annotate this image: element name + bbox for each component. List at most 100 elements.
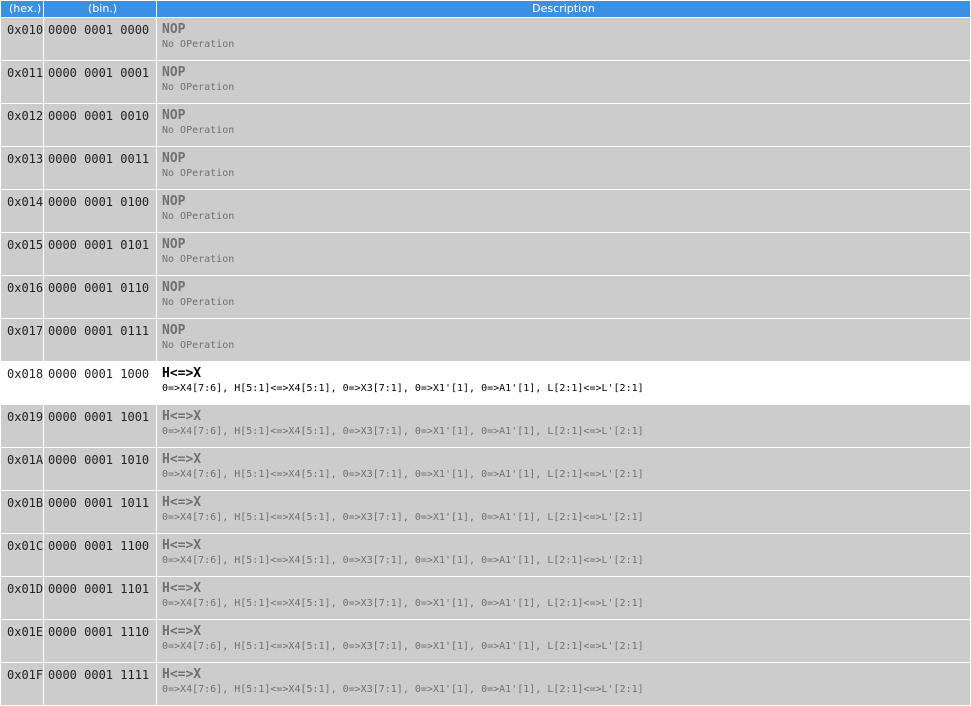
table-row[interactable]: 0x015 0000 0001 0101 NOP No OPeration	[1, 233, 970, 275]
opcode-bin: 0000 0001 1101	[44, 577, 156, 619]
opcode-detail: 0=>X4[7:6], H[5:1]<=>X4[5:1], 0=>X3[7:1]…	[162, 555, 644, 566]
opcode-mnemonic: H<=>X	[162, 624, 202, 639]
opcode-description: NOP No OPeration	[157, 276, 970, 318]
opcode-table: (hex.) (bin.) Description 0x010 0000 0001…	[0, 0, 971, 706]
table-row[interactable]: 0x012 0000 0001 0010 NOP No OPeration	[1, 104, 970, 146]
opcode-description: NOP No OPeration	[157, 233, 970, 275]
opcode-detail: No OPeration	[162, 39, 235, 50]
opcode-detail: 0=>X4[7:6], H[5:1]<=>X4[5:1], 0=>X3[7:1]…	[162, 512, 644, 523]
opcode-hex: 0x014	[1, 190, 43, 232]
table-row[interactable]: 0x010 0000 0001 0000 NOP No OPeration	[1, 18, 970, 60]
table-row[interactable]: 0x01A 0000 0001 1010 H<=>X 0=>X4[7:6], H[5:…	[1, 448, 970, 490]
table-row[interactable]: 0x01E 0000 0001 1110 H<=>X 0=>X4[7:6], H[5:…	[1, 620, 970, 662]
table-row[interactable]: 0x01F 0000 0001 1111 H<=>X 0=>X4[7:6], H[5:…	[1, 663, 970, 705]
opcode-description: NOP No OPeration	[157, 104, 970, 146]
header-bin: (bin.)	[44, 1, 156, 17]
header-description: Description	[157, 1, 970, 17]
opcode-bin: 0000 0001 1001	[44, 405, 156, 447]
opcode-hex: 0x019	[1, 405, 43, 447]
table-row[interactable]: 0x018 0000 0001 1000 H<=>X 0=>X4[7:6], H[5:…	[1, 362, 970, 404]
opcode-description: NOP No OPeration	[157, 61, 970, 103]
opcode-mnemonic: NOP	[162, 108, 186, 123]
opcode-bin: 0000 0001 0100	[44, 190, 156, 232]
table-row[interactable]: 0x016 0000 0001 0110 NOP No OPeration	[1, 276, 970, 318]
opcode-hex: 0x018	[1, 362, 43, 404]
opcode-detail: 0=>X4[7:6], H[5:1]<=>X4[5:1], 0=>X3[7:1]…	[162, 598, 644, 609]
opcode-hex: 0x015	[1, 233, 43, 275]
table-row[interactable]: 0x017 0000 0001 0111 NOP No OPeration	[1, 319, 970, 361]
opcode-bin: 0000 0001 1111	[44, 663, 156, 705]
opcode-mnemonic: NOP	[162, 22, 186, 37]
table-row[interactable]: 0x01D 0000 0001 1101 H<=>X 0=>X4[7:6], H[5:…	[1, 577, 970, 619]
opcode-mnemonic: NOP	[162, 65, 186, 80]
opcode-detail: No OPeration	[162, 340, 235, 351]
opcode-description: NOP No OPeration	[157, 147, 970, 189]
opcode-hex: 0x012	[1, 104, 43, 146]
table-header-row: (hex.) (bin.) Description	[1, 1, 970, 17]
opcode-mnemonic: NOP	[162, 280, 186, 295]
opcode-detail: 0=>X4[7:6], H[5:1]<=>X4[5:1], 0=>X3[7:1]…	[162, 383, 644, 394]
opcode-description: H<=>X 0=>X4[7:6], H[5:1]<=>X4[5:1], 0=>X3…	[157, 362, 970, 404]
opcode-detail: No OPeration	[162, 168, 235, 179]
opcode-mnemonic: H<=>X	[162, 495, 202, 510]
opcode-mnemonic: NOP	[162, 151, 186, 166]
opcode-detail: No OPeration	[162, 254, 235, 265]
table-row[interactable]: 0x019 0000 0001 1001 H<=>X 0=>X4[7:6], H[5:…	[1, 405, 970, 447]
table-body: 0x010 0000 0001 0000 NOP No OPeration 0x011 0…	[1, 18, 970, 705]
opcode-bin: 0000 0001 1110	[44, 620, 156, 662]
opcode-description: NOP No OPeration	[157, 18, 970, 60]
table-row[interactable]: 0x01B 0000 0001 1011 H<=>X 0=>X4[7:6], H[5:…	[1, 491, 970, 533]
opcode-mnemonic: H<=>X	[162, 538, 202, 553]
opcode-hex: 0x01A	[1, 448, 43, 490]
opcode-bin: 0000 0001 1010	[44, 448, 156, 490]
opcode-hex: 0x016	[1, 276, 43, 318]
opcode-description: H<=>X 0=>X4[7:6], H[5:1]<=>X4[5:1], 0=>X3…	[157, 663, 970, 705]
opcode-bin: 0000 0001 1100	[44, 534, 156, 576]
opcode-description: H<=>X 0=>X4[7:6], H[5:1]<=>X4[5:1], 0=>X3…	[157, 577, 970, 619]
opcode-mnemonic: NOP	[162, 194, 186, 209]
opcode-hex: 0x017	[1, 319, 43, 361]
opcode-mnemonic: H<=>X	[162, 667, 202, 682]
opcode-detail: No OPeration	[162, 211, 235, 222]
opcode-description: H<=>X 0=>X4[7:6], H[5:1]<=>X4[5:1], 0=>X3…	[157, 620, 970, 662]
opcode-mnemonic: NOP	[162, 323, 186, 338]
opcode-description: NOP No OPeration	[157, 319, 970, 361]
opcode-description: H<=>X 0=>X4[7:6], H[5:1]<=>X4[5:1], 0=>X3…	[157, 405, 970, 447]
opcode-detail: 0=>X4[7:6], H[5:1]<=>X4[5:1], 0=>X3[7:1]…	[162, 684, 644, 695]
opcode-description: NOP No OPeration	[157, 190, 970, 232]
opcode-mnemonic: H<=>X	[162, 409, 202, 424]
header-hex: (hex.)	[1, 1, 43, 17]
opcode-bin: 0000 0001 1000	[44, 362, 156, 404]
table-row[interactable]: 0x013 0000 0001 0011 NOP No OPeration	[1, 147, 970, 189]
opcode-mnemonic: H<=>X	[162, 366, 202, 381]
opcode-hex: 0x01B	[1, 491, 43, 533]
opcode-hex: 0x013	[1, 147, 43, 189]
opcode-bin: 0000 0001 0000	[44, 18, 156, 60]
opcode-detail: No OPeration	[162, 125, 235, 136]
opcode-bin: 0000 0001 0011	[44, 147, 156, 189]
table-row[interactable]: 0x011 0000 0001 0001 NOP No OPeration	[1, 61, 970, 103]
opcode-mnemonic: NOP	[162, 237, 186, 252]
opcode-mnemonic: H<=>X	[162, 581, 202, 596]
opcode-bin: 0000 0001 0111	[44, 319, 156, 361]
table-row[interactable]: 0x014 0000 0001 0100 NOP No OPeration	[1, 190, 970, 232]
opcode-hex: 0x010	[1, 18, 43, 60]
opcode-bin: 0000 0001 0101	[44, 233, 156, 275]
opcode-detail: 0=>X4[7:6], H[5:1]<=>X4[5:1], 0=>X3[7:1]…	[162, 641, 644, 652]
opcode-hex: 0x01F	[1, 663, 43, 705]
table-row[interactable]: 0x01C 0000 0001 1100 H<=>X 0=>X4[7:6], H[5:…	[1, 534, 970, 576]
opcode-bin: 0000 0001 0010	[44, 104, 156, 146]
opcode-detail: No OPeration	[162, 297, 235, 308]
opcode-hex: 0x011	[1, 61, 43, 103]
opcode-bin: 0000 0001 1011	[44, 491, 156, 533]
opcode-mnemonic: H<=>X	[162, 452, 202, 467]
opcode-bin: 0000 0001 0001	[44, 61, 156, 103]
opcode-hex: 0x01D	[1, 577, 43, 619]
opcode-detail: 0=>X4[7:6], H[5:1]<=>X4[5:1], 0=>X3[7:1]…	[162, 426, 644, 437]
opcode-description: H<=>X 0=>X4[7:6], H[5:1]<=>X4[5:1], 0=>X3…	[157, 534, 970, 576]
opcode-description: H<=>X 0=>X4[7:6], H[5:1]<=>X4[5:1], 0=>X3…	[157, 448, 970, 490]
opcode-detail: No OPeration	[162, 82, 235, 93]
opcode-hex: 0x01C	[1, 534, 43, 576]
opcode-bin: 0000 0001 0110	[44, 276, 156, 318]
opcode-hex: 0x01E	[1, 620, 43, 662]
